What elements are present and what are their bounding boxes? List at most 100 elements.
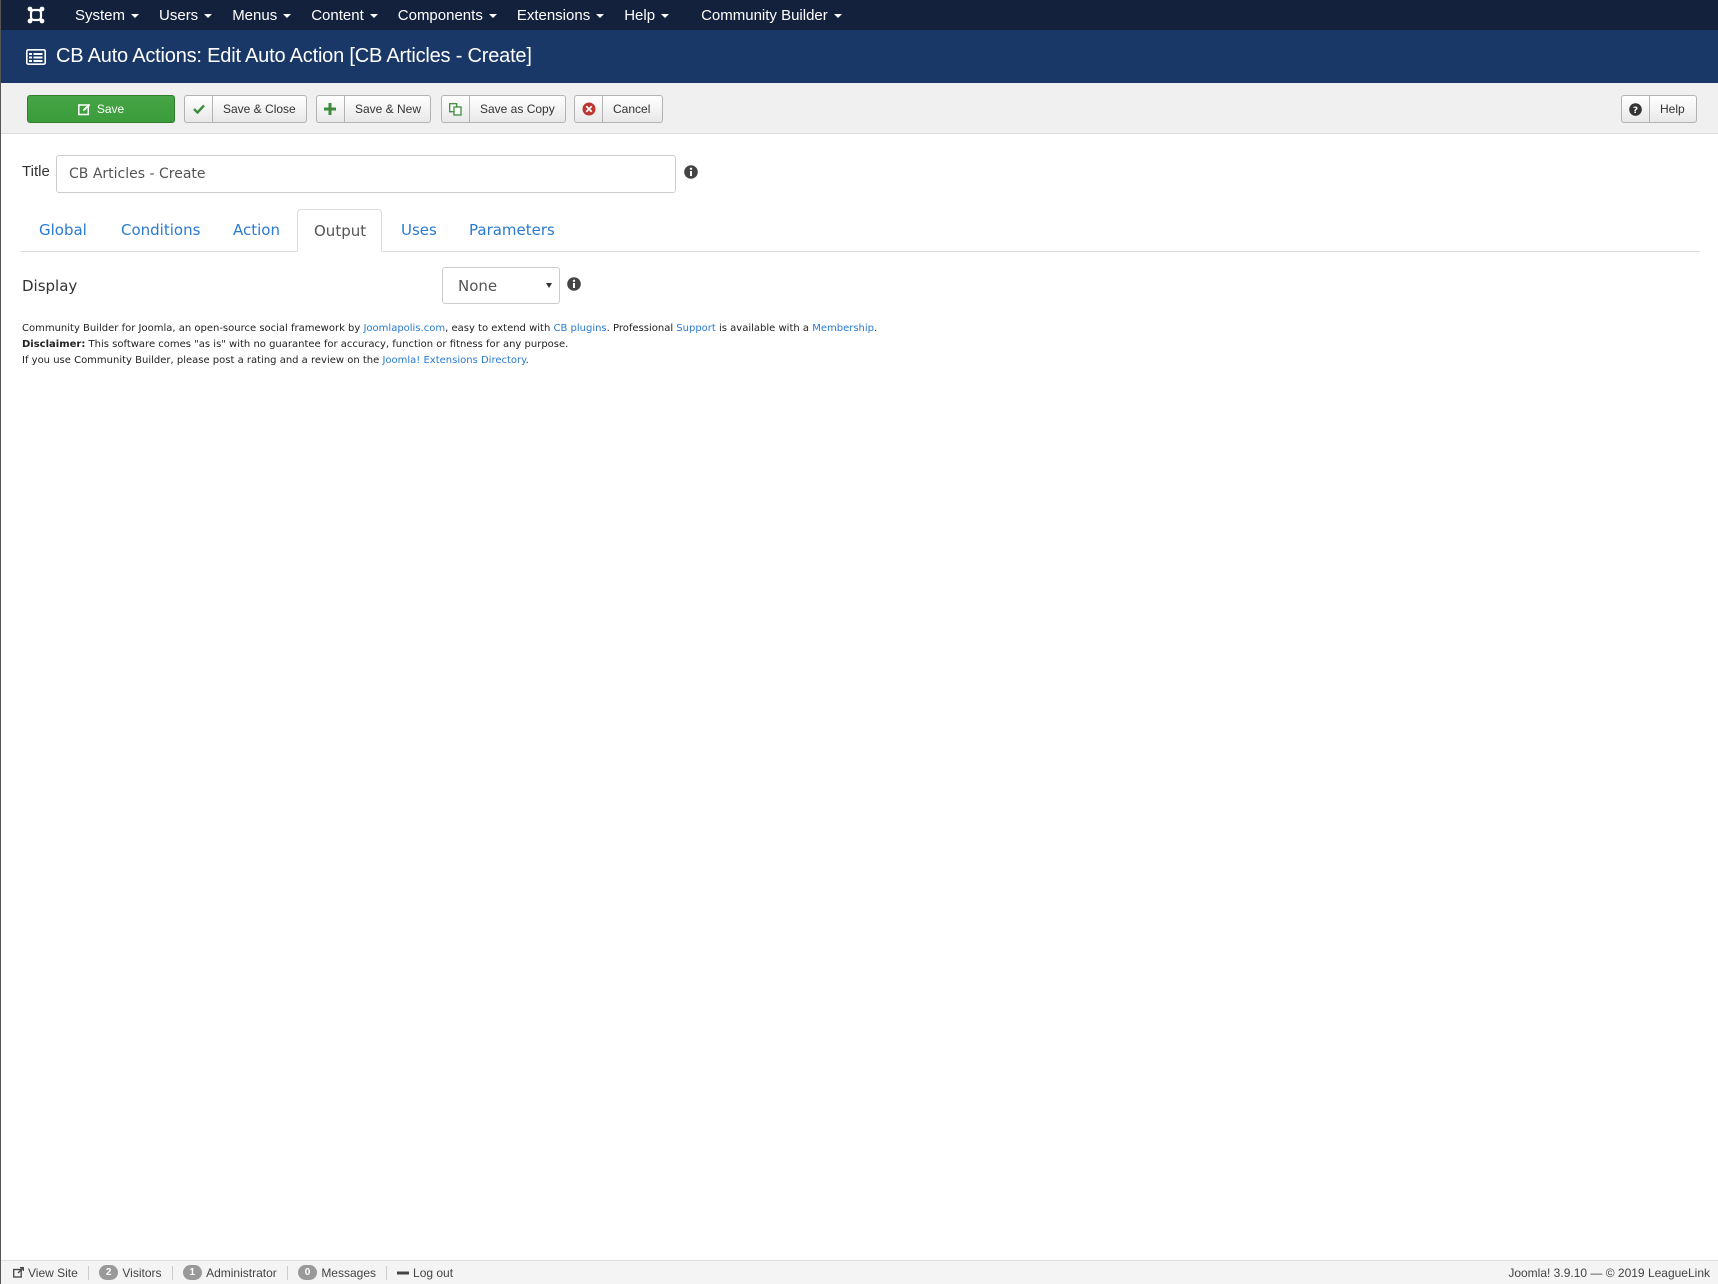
nav-menu-content[interactable]: Content [301, 0, 388, 30]
view-site-link[interactable]: View Site [1, 1265, 89, 1280]
caret-down-icon [488, 14, 497, 18]
nav-label: Components [397, 6, 483, 24]
joomlapolis-link[interactable]: Joomlapolis.com [363, 323, 445, 334]
visitors-label: Visitors [122, 1265, 162, 1280]
save-button[interactable]: Save [27, 95, 175, 123]
caret-down-icon [131, 14, 140, 18]
page-title: CB Auto Actions: Edit Auto Action [CB Ar… [56, 45, 532, 67]
logout-link[interactable]: Log out [387, 1266, 463, 1280]
copy-icon [442, 96, 470, 122]
page-header: CB Auto Actions: Edit Auto Action [CB Ar… [1, 30, 1718, 83]
title-label: Title [22, 163, 50, 180]
tabs: Global Conditions Action Output Uses Par… [21, 209, 1700, 252]
caret-down-icon [204, 14, 213, 18]
save-close-button[interactable]: Save & Close [184, 95, 307, 123]
copyright: © 2019 LeagueLink [1605, 1266, 1710, 1280]
status-bar: View Site 2 Visitors 1 Administrator 0 M… [1, 1260, 1718, 1284]
caret-down-icon [833, 14, 842, 18]
jed-link[interactable]: Joomla! Extensions Directory [382, 355, 525, 366]
tab-uses[interactable]: Uses [385, 209, 453, 251]
help-label: Help [1660, 102, 1685, 116]
nav-menu-extensions[interactable]: Extensions [507, 0, 614, 30]
save-new-label: Save & New [354, 102, 422, 116]
credits-text: , easy to extend with [445, 323, 554, 334]
nav-menu-help[interactable]: Help [614, 0, 679, 30]
nav-label: System [75, 6, 126, 24]
tab-conditions[interactable]: Conditions [105, 209, 216, 251]
credits-text: Community Builder for Joomla, an open-so… [22, 323, 364, 334]
caret-down-icon [369, 14, 378, 18]
logout-label: Log out [413, 1265, 454, 1280]
caret-down-icon [596, 14, 605, 18]
joomla-version: Joomla! 3.9.10 [1508, 1266, 1588, 1280]
tab-output[interactable]: Output [297, 209, 382, 252]
info-icon[interactable] [684, 165, 698, 179]
display-select[interactable]: None [442, 267, 560, 304]
nav-menu-system[interactable]: System [65, 0, 149, 30]
membership-link[interactable]: Membership [812, 323, 874, 334]
nav-menu-components[interactable]: Components [388, 0, 507, 30]
view-site-label: View Site [28, 1265, 78, 1280]
external-link-icon [13, 1267, 24, 1278]
messages-label: Messages [321, 1265, 377, 1280]
credits-text: . [525, 355, 529, 366]
administrator-badge: 1 [182, 1265, 203, 1280]
credits-footer: Community Builder for Joomla, an open-so… [22, 321, 877, 369]
toolbar: Save Save & Close Save & New Save as Cop… [1, 83, 1718, 134]
save-label: Save [96, 102, 125, 116]
cancel-button[interactable]: Cancel [574, 95, 663, 123]
tab-global[interactable]: Global [23, 209, 103, 251]
nav-label: Content [311, 6, 364, 24]
plus-icon [317, 96, 345, 122]
help-button[interactable]: ? Help [1621, 95, 1697, 123]
nav-label: Users [159, 6, 199, 24]
svg-text:?: ? [1633, 106, 1638, 116]
administrator-label: Administrator [206, 1265, 277, 1280]
minus-icon [397, 1271, 410, 1274]
title-input[interactable] [56, 155, 676, 193]
check-icon [185, 96, 213, 122]
display-label: Display [22, 277, 78, 295]
nav-menu-community-builder[interactable]: Community Builder [691, 0, 852, 30]
cb-plugins-link[interactable]: CB plugins [553, 323, 606, 334]
caret-down-icon [661, 14, 670, 18]
tab-action[interactable]: Action [217, 209, 296, 251]
caret-down-icon [283, 14, 292, 18]
disclaimer-text: This software comes "as is" with no guar… [85, 339, 569, 350]
credits-text: is available with a [715, 323, 813, 334]
administrator-link[interactable]: 1 Administrator [173, 1265, 288, 1280]
nav-menu-menus[interactable]: Menus [222, 0, 301, 30]
list-icon [26, 48, 46, 65]
support-link[interactable]: Support [676, 323, 716, 334]
question-circle-icon: ? [1622, 96, 1650, 122]
messages-badge: 0 [297, 1265, 318, 1280]
save-new-button[interactable]: Save & New [316, 95, 431, 123]
credits-text: . Professional [606, 323, 677, 334]
tab-parameters[interactable]: Parameters [453, 209, 571, 251]
display-select-value: None [458, 276, 498, 295]
save-as-copy-label: Save as Copy [480, 102, 555, 116]
nav-label: Extensions [516, 6, 591, 24]
version-info: Joomla! 3.9.10 — © 2019 LeagueLink [1508, 1266, 1710, 1280]
nav-menu-users[interactable]: Users [149, 0, 222, 30]
chevron-down-icon [546, 283, 552, 288]
cancel-circle-icon [575, 96, 603, 122]
joomla-logo-icon[interactable] [23, 2, 49, 28]
credits-line-2: Disclaimer: This software comes "as is" … [22, 337, 877, 353]
messages-link[interactable]: 0 Messages [288, 1265, 388, 1280]
save-close-label: Save & Close [223, 102, 296, 116]
visitors-badge: 2 [98, 1265, 119, 1280]
disclaimer-label: Disclaimer: [22, 339, 86, 350]
cancel-label: Cancel [613, 102, 651, 116]
credits-line-1: Community Builder for Joomla, an open-so… [22, 321, 877, 337]
edit-icon [77, 96, 91, 122]
info-icon[interactable] [567, 277, 581, 291]
top-navbar: System Users Menus Content Components Ex… [1, 0, 1718, 30]
nav-label: Menus [232, 6, 278, 24]
credits-text: . [874, 323, 878, 334]
visitors-link[interactable]: 2 Visitors [89, 1265, 173, 1280]
nav-label: Community Builder [701, 6, 828, 24]
save-as-copy-button[interactable]: Save as Copy [441, 95, 566, 123]
credits-line-3: If you use Community Builder, please pos… [22, 353, 877, 369]
credits-text: If you use Community Builder, please pos… [22, 355, 383, 366]
